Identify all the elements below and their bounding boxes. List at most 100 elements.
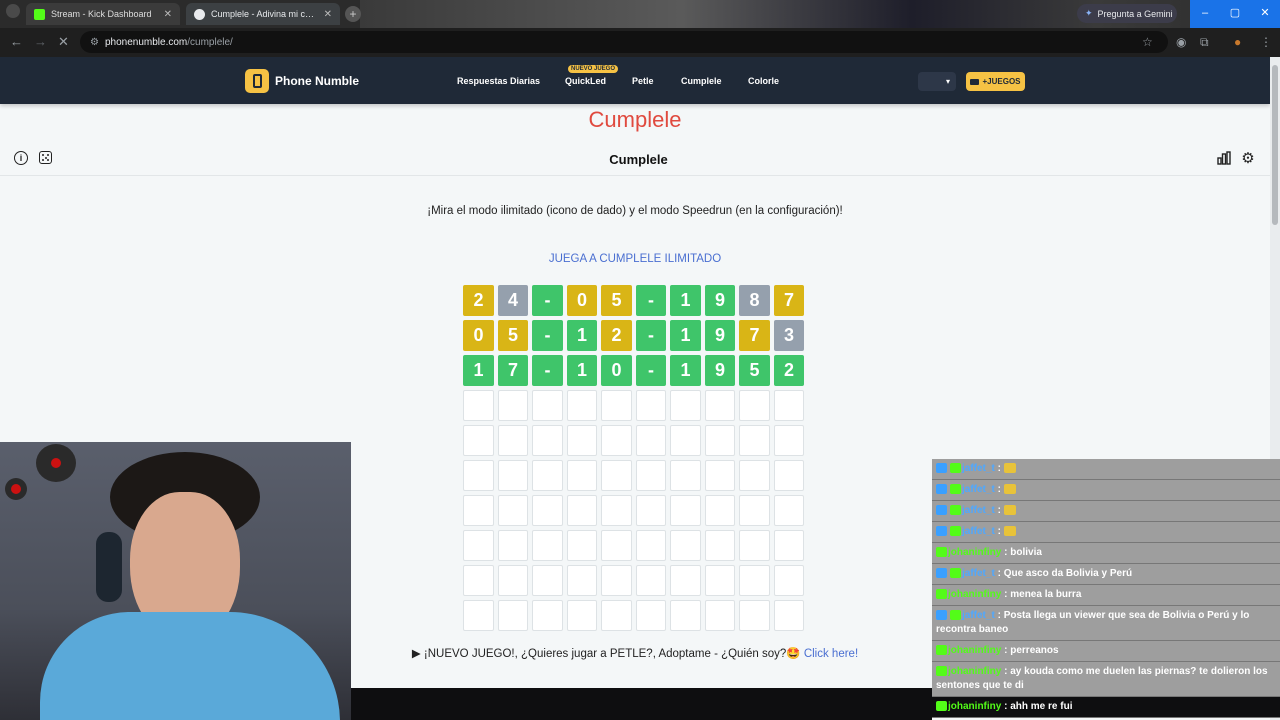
empty-cell — [566, 530, 598, 561]
address-bar[interactable]: ⚙ phonenumble.com/cumplele/ — [80, 31, 1168, 53]
tab-cumplele[interactable]: Cumplele - Adivina mi cumpleaños ✕ — [186, 3, 340, 25]
chat-username[interactable]: jaffet_t — [962, 505, 995, 516]
bookmark-star-icon[interactable]: ☆ — [1142, 35, 1153, 49]
puzzle-icon[interactable]: ⧉ — [1200, 35, 1209, 50]
close-window-button[interactable]: ✕ — [1250, 0, 1280, 28]
chat-badge-icon — [950, 505, 961, 516]
empty-cell — [566, 425, 598, 456]
chat-separator: : — [994, 505, 1004, 516]
empty-row — [463, 425, 808, 456]
chat-username[interactable]: johaninfiny — [948, 547, 1001, 558]
guess-cell: 4 — [497, 285, 529, 316]
empty-row — [463, 495, 808, 526]
guess-cell: - — [532, 355, 563, 386]
chat-username[interactable]: jaffet_t — [962, 568, 995, 579]
chat-username[interactable]: johaninfiny — [948, 645, 1001, 656]
site-favicon-icon — [194, 8, 205, 20]
close-tab-icon[interactable]: ✕ — [324, 9, 332, 20]
empty-cell — [497, 565, 529, 596]
empty-cell — [532, 600, 563, 631]
chat-username[interactable]: johaninfiny — [948, 701, 1001, 712]
site-logo[interactable]: Phone Numble — [245, 69, 359, 93]
chat-message: johaninfiny : bolivia — [932, 543, 1280, 564]
guess-cell: 1 — [670, 320, 701, 351]
chat-badge-icon — [950, 484, 961, 495]
back-arrow-icon[interactable]: ← — [10, 34, 23, 49]
site-navbar: Phone Numble Respuestas Diarias NUEVO JU… — [0, 57, 1270, 104]
empty-cell — [601, 565, 632, 596]
guess-cell: 1 — [670, 285, 701, 316]
empty-row — [463, 565, 808, 596]
scrollbar-thumb[interactable] — [1272, 65, 1278, 225]
chat-badge-icon — [936, 547, 947, 558]
click-here-link[interactable]: Click here! — [804, 648, 858, 660]
settings-gear-icon[interactable]: ⚙ — [1240, 151, 1256, 167]
chat-emote-icon — [1003, 463, 1016, 474]
forward-arrow-icon[interactable]: → — [34, 34, 47, 49]
nav-respuestas-diarias[interactable]: Respuestas Diarias — [457, 76, 540, 86]
empty-cell — [670, 565, 701, 596]
empty-cell — [635, 460, 667, 491]
guess-cell: 5 — [601, 285, 632, 316]
chat-username[interactable]: jaffet_t — [962, 526, 995, 537]
empty-row — [463, 390, 808, 421]
chat-username[interactable]: jaffet_t — [962, 610, 995, 621]
chat-username[interactable]: johaninfiny — [948, 666, 1001, 677]
empty-cell — [704, 565, 736, 596]
tab-title: Stream - Kick Dashboard — [51, 9, 152, 19]
nav-petle[interactable]: Petle — [632, 76, 654, 86]
webcam-overlay — [0, 442, 351, 720]
chat-message: jaffet_t : — [932, 480, 1280, 501]
nav-colorle[interactable]: Colorle — [748, 76, 779, 86]
chat-username[interactable]: jaffet_t — [962, 484, 995, 495]
guess-cell: 9 — [704, 285, 736, 316]
nav-cumplele[interactable]: Cumplele — [681, 76, 722, 86]
chat-username[interactable]: johaninfiny — [948, 589, 1001, 600]
game-title: Cumplele — [609, 152, 668, 167]
guess-cell: 0 — [463, 320, 494, 351]
language-select[interactable]: ▾ — [918, 72, 956, 91]
chat-username[interactable]: jaffet_t — [962, 463, 995, 474]
more-games-button[interactable]: +JUEGOS — [966, 72, 1025, 91]
extension-icon[interactable]: ◉ — [1176, 35, 1186, 49]
chat-badge-icon — [950, 610, 961, 621]
minimize-button[interactable]: – — [1190, 0, 1220, 28]
maximize-button[interactable]: ▢ — [1220, 0, 1250, 28]
close-tab-icon[interactable]: ✕ — [164, 9, 172, 20]
empty-cell — [463, 390, 494, 421]
tab-search-icon[interactable] — [6, 4, 20, 18]
chat-message: jaffet_t : — [932, 501, 1280, 522]
guess-row: 05-12-1973 — [463, 320, 808, 351]
empty-cell — [773, 460, 805, 491]
empty-cell — [463, 495, 494, 526]
chat-message: johaninfiny : menea la burra — [932, 585, 1280, 606]
guess-cell: - — [532, 320, 563, 351]
empty-cell — [739, 390, 770, 421]
guess-row: 24-05-1987 — [463, 285, 808, 316]
nav-quickled[interactable]: QuickLed — [565, 76, 606, 86]
tab-kick-dashboard[interactable]: Stream - Kick Dashboard ✕ — [26, 3, 180, 25]
stop-loading-icon[interactable]: ✕ — [58, 34, 69, 50]
chat-separator: : — [1001, 666, 1011, 677]
empty-cell — [670, 425, 701, 456]
site-info-icon[interactable]: ⚙ — [90, 37, 99, 48]
chat-badge-icon — [936, 666, 947, 677]
chat-separator: : — [994, 610, 1004, 621]
menu-kebab-icon[interactable]: ⋮ — [1260, 35, 1272, 49]
profile-avatar[interactable]: ● — [1234, 35, 1241, 49]
chat-message: jaffet_t : — [932, 522, 1280, 543]
guess-cell: - — [635, 355, 667, 386]
empty-cell — [463, 460, 494, 491]
gemini-button[interactable]: ✦ Pregunta a Gemini — [1077, 4, 1177, 23]
stats-chart-icon[interactable] — [1216, 151, 1232, 167]
new-tab-button[interactable]: + — [345, 6, 361, 22]
tab-title: Cumplele - Adivina mi cumpleaños — [211, 9, 318, 19]
screen: Stream - Kick Dashboard ✕ Cumplele - Adi… — [0, 0, 1280, 720]
chat-text: menea la burra — [1010, 589, 1082, 600]
empty-cell — [739, 530, 770, 561]
chat-separator: : — [994, 526, 1004, 537]
guess-cell: 1 — [566, 355, 598, 386]
empty-cell — [635, 565, 667, 596]
play-unlimited-link[interactable]: JUEGA A CUMPLELE ILIMITADO — [0, 253, 1270, 265]
gemini-spark-icon: ✦ — [1085, 8, 1093, 18]
